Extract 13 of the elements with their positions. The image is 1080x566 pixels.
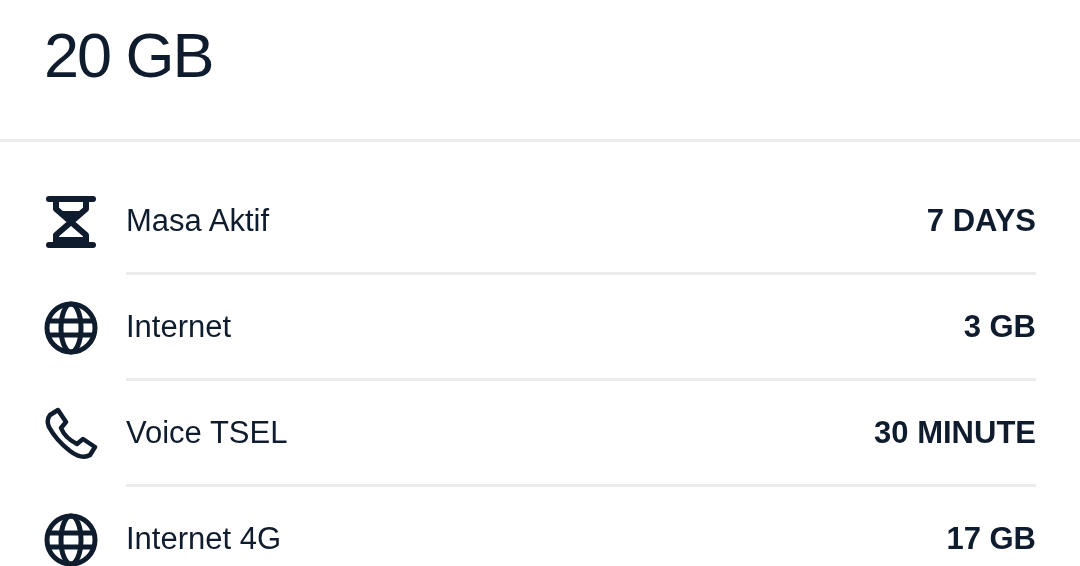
benefit-value: 3 GB — [963, 308, 1036, 345]
hourglass-icon — [44, 195, 98, 249]
phone-icon — [44, 407, 98, 461]
benefit-value: 7 DAYS — [926, 202, 1036, 239]
benefit-name: Internet 4G — [126, 520, 282, 557]
benefit-name: Internet — [126, 308, 232, 345]
benefit-name: Masa Aktif — [126, 202, 269, 239]
globe-icon — [44, 513, 98, 566]
benefit-value: 30 MINUTE — [874, 414, 1036, 451]
quota-amount: 20 GB — [44, 20, 213, 90]
benefit-name: Voice TSEL — [126, 414, 288, 451]
globe-icon — [44, 301, 98, 355]
benefit-value: 17 GB — [946, 520, 1036, 557]
